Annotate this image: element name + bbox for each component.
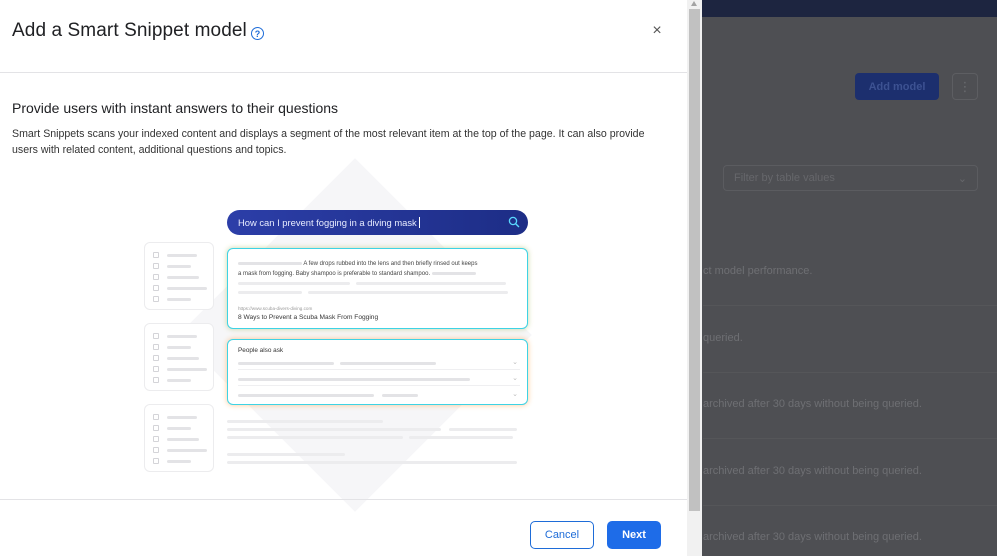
answer-source-title: 8 Ways to Prevent a Scuba Mask From Fogg… <box>238 314 379 321</box>
background-row-text: archived after 30 days without being que… <box>703 398 922 410</box>
search-icon <box>508 216 520 228</box>
divider <box>703 372 997 373</box>
chevron-down-icon: ⌄ <box>512 359 518 366</box>
question-row: ⌄ <box>238 390 520 402</box>
next-button[interactable]: Next <box>607 521 661 549</box>
facet-card-illustration <box>144 242 214 310</box>
filter-placeholder: Filter by table values <box>734 172 835 184</box>
answer-source-url: https://www.scuba-divers-diving.com <box>238 306 313 311</box>
modal-description: Smart Snippets scans your indexed conten… <box>12 128 645 156</box>
facet-card-illustration <box>144 404 214 472</box>
help-icon[interactable]: ? <box>251 27 264 40</box>
more-options-icon: ⋮ <box>952 73 978 100</box>
background-row-text: ct model performance. <box>703 265 813 277</box>
background-row-text: queried. <box>703 332 743 344</box>
answer-text-line: A few drops rubbed into the lens and the… <box>303 261 478 267</box>
question-row: ⌄ <box>238 374 520 386</box>
cancel-button[interactable]: Cancel <box>530 521 594 549</box>
modal-title: Add a Smart Snippet model <box>12 20 247 41</box>
search-bar-illustration: How can I prevent fogging in a diving ma… <box>227 210 528 235</box>
scroll-up-arrow-icon[interactable] <box>691 1 697 6</box>
modal-heading: Provide users with instant answers to th… <box>12 100 339 116</box>
modal-header: Add a Smart Snippet model ? × <box>0 0 687 73</box>
modal-scrollbar[interactable] <box>687 0 702 556</box>
smart-snippet-answer-card: A few drops rubbed into the lens and the… <box>227 248 528 329</box>
people-also-ask-card: People also ask ⌄ ⌄ ⌄ <box>227 339 528 405</box>
background-row-text: archived after 30 days without being que… <box>703 465 922 477</box>
question-row: ⌄ <box>238 358 520 370</box>
modal-footer: Cancel Next <box>0 499 687 556</box>
filter-input: Filter by table values ⌄ <box>723 165 978 191</box>
search-query-text: How can I prevent fogging in a diving ma… <box>238 217 417 228</box>
smart-snippet-illustration: How can I prevent fogging in a diving ma… <box>140 158 540 512</box>
divider <box>703 438 997 439</box>
people-also-ask-title: People also ask <box>238 347 284 354</box>
facet-card-illustration <box>144 323 214 391</box>
scrollbar-thumb[interactable] <box>689 9 700 511</box>
divider <box>703 305 997 306</box>
add-model-button: Add model <box>855 73 939 100</box>
chevron-down-icon: ⌄ <box>957 172 967 185</box>
add-smart-snippet-modal: Add a Smart Snippet model ? × Provide us… <box>0 0 687 556</box>
chevron-down-icon: ⌄ <box>512 375 518 382</box>
background-row-text: archived after 30 days without being que… <box>703 531 922 543</box>
answer-text-line: a mask from fogging. Baby shampoo is pre… <box>238 271 431 277</box>
chevron-down-icon: ⌄ <box>512 391 518 398</box>
divider <box>703 505 997 506</box>
close-icon[interactable]: × <box>649 22 665 40</box>
